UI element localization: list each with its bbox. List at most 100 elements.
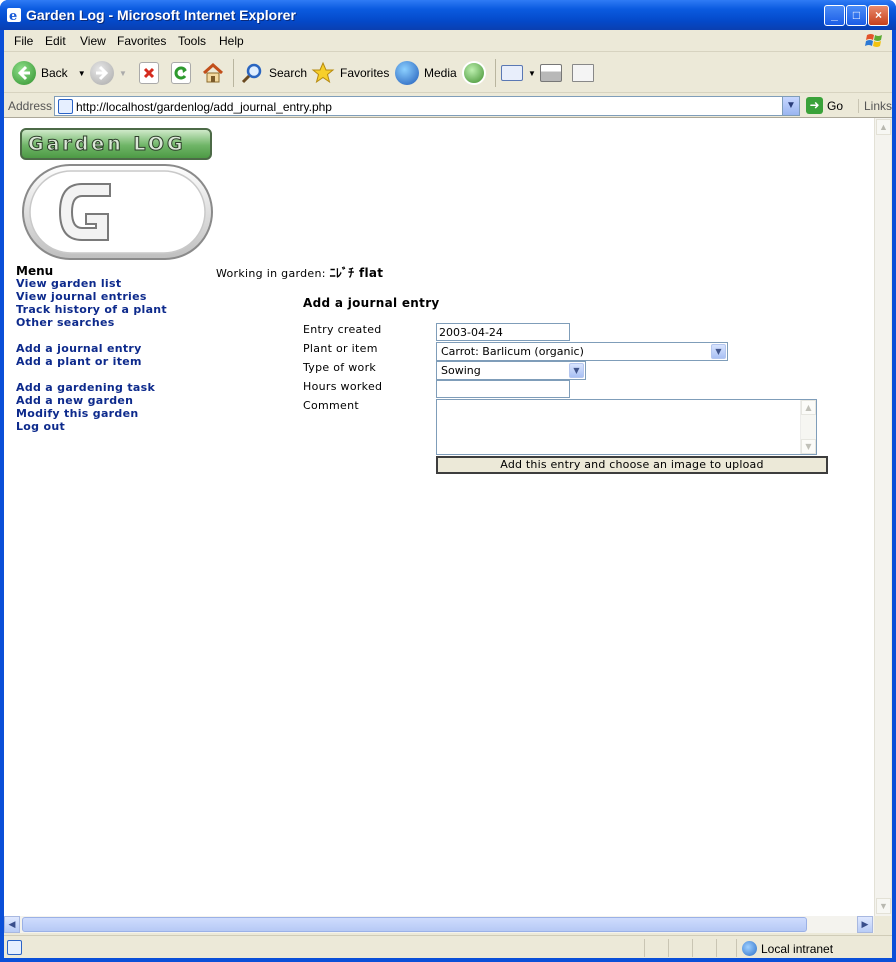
security-zone: Local intranet <box>742 941 833 956</box>
stop-button[interactable] <box>139 59 164 87</box>
scroll-up-icon[interactable]: ▲ <box>801 400 816 415</box>
menu-edit[interactable]: Edit <box>45 34 66 48</box>
intranet-globe-icon <box>742 941 757 956</box>
edit-page-icon <box>572 64 594 82</box>
working-in-garden: Working in garden: ﾆﾚﾞﾁ flat <box>216 264 383 281</box>
vertical-scrollbar[interactable]: ▲ ▼ <box>874 118 891 916</box>
address-url[interactable]: http://localhost/gardenlog/add_journal_e… <box>76 100 332 114</box>
page-icon <box>58 99 73 114</box>
menu-bar: File Edit View Favorites Tools Help <box>4 30 892 52</box>
scroll-down-icon[interactable]: ▼ <box>801 439 816 454</box>
horizontal-scrollbar[interactable]: ◀ ▶ <box>4 916 874 933</box>
history-button[interactable] <box>462 59 491 87</box>
title-bar: e Garden Log - Microsoft Internet Explor… <box>0 0 896 30</box>
go-button[interactable]: ➜ Go <box>806 97 843 114</box>
menu-title: Menu <box>16 264 54 278</box>
garden-log-g-logo <box>22 164 213 260</box>
links-button[interactable]: Links <box>858 99 892 113</box>
textarea-scrollbar[interactable]: ▲ ▼ <box>800 400 816 454</box>
toolbar-separator <box>495 59 496 87</box>
menu-link-view-journal-entries[interactable]: View journal entries <box>16 290 147 303</box>
menu-link-log-out[interactable]: Log out <box>16 420 65 433</box>
type-of-work-select[interactable]: Sowing ▼ <box>436 361 586 380</box>
status-pane-divider <box>668 939 669 957</box>
scroll-up-icon[interactable]: ▲ <box>876 119 891 135</box>
search-label: Search <box>269 66 308 80</box>
menu-view[interactable]: View <box>80 34 106 48</box>
status-pane-divider <box>692 939 693 957</box>
favorites-star-icon <box>311 61 335 85</box>
back-arrow-icon <box>12 61 36 85</box>
refresh-button[interactable] <box>171 59 196 87</box>
scroll-right-icon[interactable]: ▶ <box>857 916 873 933</box>
chevron-down-icon: ▼ <box>711 344 726 359</box>
menu-tools[interactable]: Tools <box>178 34 206 48</box>
menu-link-add-new-garden[interactable]: Add a new garden <box>16 394 133 407</box>
forward-dropdown-icon[interactable]: ▼ <box>119 69 127 78</box>
toolbar: Back ▼ ▼ Search Favorites Media ▼ <box>4 53 892 93</box>
menu-link-add-plant[interactable]: Add a plant or item <box>16 355 142 368</box>
go-arrow-icon: ➜ <box>806 97 823 114</box>
forward-button[interactable]: ▼ <box>90 59 127 87</box>
working-label: Working in garden: <box>216 267 326 280</box>
menu-link-other-searches[interactable]: Other searches <box>16 316 115 329</box>
logo-text: Garden LOG <box>28 133 186 156</box>
search-button[interactable]: Search <box>240 59 307 87</box>
comment-label: Comment <box>303 399 359 412</box>
address-dropdown-icon[interactable]: ▼ <box>782 97 799 115</box>
submit-button[interactable]: Add this entry and choose an image to up… <box>436 456 828 474</box>
entry-created-label: Entry created <box>303 323 382 336</box>
windows-flag-icon <box>865 34 882 47</box>
media-globe-icon <box>395 61 419 85</box>
status-pane-divider <box>716 939 717 957</box>
favorites-button[interactable]: Favorites <box>311 59 389 87</box>
back-dropdown-icon[interactable]: ▼ <box>78 69 86 78</box>
plant-select[interactable]: Carrot: Barlicum (organic) ▼ <box>436 342 728 361</box>
menu-link-track-history[interactable]: Track history of a plant <box>16 303 167 316</box>
form-title: Add a journal entry <box>303 296 440 310</box>
close-button[interactable]: × <box>868 5 889 26</box>
favorites-label: Favorites <box>340 66 390 80</box>
scrollbar-corner <box>874 916 891 933</box>
page-content: Garden LOG Menu View garden list View jo… <box>4 118 874 916</box>
back-button[interactable]: Back ▼ <box>12 59 86 87</box>
mail-button[interactable]: ▼ <box>501 59 536 87</box>
menu-link-modify-garden[interactable]: Modify this garden <box>16 407 138 420</box>
horizontal-scroll-thumb[interactable] <box>22 917 807 932</box>
garden-log-logo: Garden LOG <box>20 128 212 160</box>
address-input[interactable]: http://localhost/gardenlog/add_journal_e… <box>54 96 800 116</box>
comment-textarea[interactable]: ▲ ▼ <box>436 399 817 455</box>
menu-link-view-garden-list[interactable]: View garden list <box>16 277 121 290</box>
print-icon <box>540 64 562 82</box>
menu-help[interactable]: Help <box>219 34 244 48</box>
go-label: Go <box>827 98 844 113</box>
media-button[interactable]: Media <box>395 59 457 87</box>
scroll-left-icon[interactable]: ◀ <box>4 916 20 933</box>
mail-dropdown-icon[interactable]: ▼ <box>528 69 536 78</box>
hours-worked-input[interactable] <box>436 380 570 398</box>
plant-select-value: Carrot: Barlicum (organic) <box>441 345 584 358</box>
scroll-down-icon[interactable]: ▼ <box>876 898 891 914</box>
print-button[interactable] <box>540 59 567 87</box>
home-button[interactable] <box>201 59 230 87</box>
minimize-button[interactable]: _ <box>824 5 845 26</box>
plant-label: Plant or item <box>303 342 378 355</box>
refresh-icon <box>171 62 191 84</box>
home-icon <box>201 61 225 85</box>
menu-file[interactable]: File <box>14 34 33 48</box>
menu-favorites[interactable]: Favorites <box>117 34 166 48</box>
entry-created-input[interactable]: 2003-04-24 <box>436 323 570 341</box>
edit-button[interactable] <box>572 59 599 87</box>
status-bar: Local intranet <box>4 935 892 958</box>
status-pane-divider <box>644 939 645 957</box>
browser-window: e Garden Log - Microsoft Internet Explor… <box>0 0 896 962</box>
menu-link-add-gardening-task[interactable]: Add a gardening task <box>16 381 155 394</box>
address-label: Address <box>8 99 53 113</box>
status-pane-divider <box>736 939 737 957</box>
maximize-button[interactable]: □ <box>846 5 867 26</box>
menu-link-add-journal-entry[interactable]: Add a journal entry <box>16 342 142 355</box>
media-label: Media <box>424 66 457 80</box>
back-label: Back <box>41 66 68 80</box>
chevron-down-icon: ▼ <box>569 363 584 378</box>
toolbar-separator <box>233 59 234 87</box>
